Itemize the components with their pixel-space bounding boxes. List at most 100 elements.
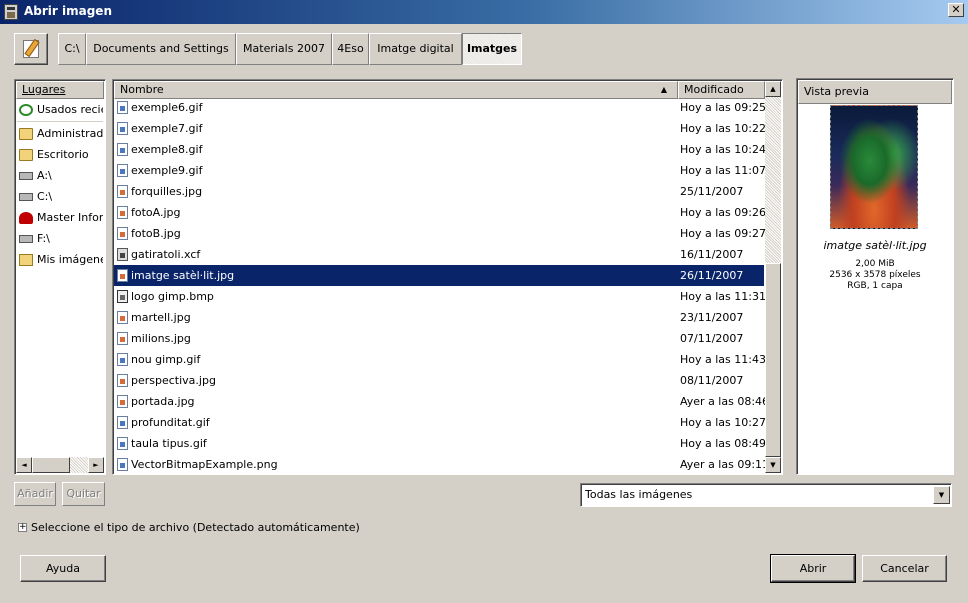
preview-dimensions: 2536 x 3578 píxeles bbox=[829, 270, 921, 280]
file-filter-combo[interactable]: Todas las imágenes ▼ bbox=[580, 483, 952, 507]
sort-ascending-icon: ▲ bbox=[660, 85, 667, 94]
file-modified: Ayer a las 08:46 bbox=[680, 395, 770, 408]
file-modified: Hoy a las 09:27 bbox=[680, 227, 766, 240]
file-modified: Hoy a las 11:31 bbox=[680, 290, 766, 303]
place-item-escritorio[interactable]: Escritorio bbox=[17, 144, 103, 165]
file-row[interactable]: exemple9.gif Hoy a las 11:07 bbox=[114, 160, 766, 181]
place-item-mis-imagenes[interactable]: Mis imágenes bbox=[17, 249, 103, 270]
jpg-file-icon bbox=[117, 227, 128, 240]
file-row[interactable]: martell.jpg 23/11/2007 bbox=[114, 307, 764, 328]
file-name: logo gimp.bmp bbox=[131, 290, 214, 303]
path-button-4eso[interactable]: 4Eso bbox=[332, 33, 369, 65]
jpg-file-icon bbox=[117, 206, 128, 219]
preview-thumbnail bbox=[830, 105, 918, 229]
file-name: exemple9.gif bbox=[131, 164, 203, 177]
file-row[interactable]: fotoB.jpg Hoy a las 09:27 bbox=[114, 223, 766, 244]
path-button-materials-2007[interactable]: Materials 2007 bbox=[236, 33, 332, 65]
title-bar: Abrir imagen ✕ bbox=[0, 0, 968, 24]
file-row[interactable]: gatiratoli.xcf 16/11/2007 bbox=[114, 244, 764, 265]
file-modified: 25/11/2007 bbox=[680, 185, 744, 198]
file-name: portada.jpg bbox=[131, 395, 195, 408]
preview-header[interactable]: Vista previa bbox=[798, 80, 952, 104]
scroll-up-icon[interactable]: ▲ bbox=[765, 81, 781, 97]
path-button-documents-and-settings[interactable]: Documents and Settings bbox=[86, 33, 236, 65]
path-button-imatge-digital[interactable]: Imatge digital bbox=[369, 33, 462, 65]
preview-filename: imatge satèl·lit.jpg bbox=[823, 239, 927, 252]
places-panel: Lugares Usados recientemente Administrad… bbox=[14, 79, 106, 475]
open-button[interactable]: Abrir bbox=[770, 554, 856, 583]
file-type-expander-label[interactable]: Seleccione el tipo de archivo (Detectado… bbox=[31, 521, 360, 534]
place-item-c-drive[interactable]: C:\ bbox=[17, 186, 103, 207]
scroll-down-icon[interactable]: ▼ bbox=[765, 457, 781, 473]
preview-header-label: Vista previa bbox=[804, 85, 869, 98]
bmp-file-icon bbox=[117, 290, 128, 303]
gif-file-icon bbox=[117, 416, 128, 429]
place-item-recent[interactable]: Usados recientemente bbox=[17, 99, 103, 120]
column-modified-label: Modificado bbox=[684, 83, 744, 96]
jpg-file-icon bbox=[117, 395, 128, 408]
file-row[interactable]: portada.jpg Ayer a las 08:46 bbox=[114, 391, 769, 412]
file-name: fotoA.jpg bbox=[131, 206, 181, 219]
type-location-button[interactable] bbox=[14, 33, 48, 65]
file-name: gatiratoli.xcf bbox=[131, 248, 201, 261]
file-name: martell.jpg bbox=[131, 311, 191, 324]
remove-bookmark-button[interactable]: Quitar bbox=[62, 482, 105, 506]
pencil-icon bbox=[23, 40, 39, 58]
place-label: Administrador bbox=[37, 127, 103, 140]
close-icon[interactable]: ✕ bbox=[948, 3, 964, 17]
file-name: nou gimp.gif bbox=[131, 353, 201, 366]
file-row[interactable]: exemple7.gif Hoy a las 10:22 bbox=[114, 118, 766, 139]
file-list-vscroll-thumb[interactable] bbox=[765, 263, 781, 457]
scroll-left-icon[interactable]: ◄ bbox=[16, 457, 32, 473]
places-header[interactable]: Lugares bbox=[16, 81, 104, 99]
file-row[interactable]: fotoA.jpg Hoy a las 09:26 bbox=[114, 202, 766, 223]
file-modified: Ayer a las 09:11 bbox=[680, 458, 770, 471]
gif-file-icon bbox=[117, 101, 128, 114]
file-row[interactable]: perspectiva.jpg 08/11/2007 bbox=[114, 370, 764, 391]
preview-mode: RGB, 1 capa bbox=[847, 281, 903, 291]
file-list: Nombre ▲ Modificado exemple6.gif Hoy a l… bbox=[112, 79, 783, 475]
file-row[interactable]: milions.jpg 07/11/2007 bbox=[114, 328, 764, 349]
place-label: C:\ bbox=[37, 190, 53, 203]
scroll-right-icon[interactable]: ► bbox=[88, 457, 104, 473]
help-button[interactable]: Ayuda bbox=[20, 555, 106, 582]
file-modified: Hoy a las 10:27 bbox=[680, 416, 766, 429]
file-row[interactable]: nou gimp.gif Hoy a las 11:43 bbox=[114, 349, 766, 370]
places-hscrollbar[interactable]: ◄ ► bbox=[16, 457, 104, 473]
places-hscroll-thumb[interactable] bbox=[32, 457, 70, 473]
cancel-button[interactable]: Cancelar bbox=[862, 555, 947, 582]
file-name: milions.jpg bbox=[131, 332, 191, 345]
place-item-administrador[interactable]: Administrador bbox=[17, 123, 103, 144]
hard-drive-icon bbox=[19, 235, 33, 243]
file-row[interactable]: profunditat.gif Hoy a las 10:27 bbox=[114, 412, 766, 433]
preview-panel: Vista previa imatge satèl·lit.jpg 2,00 M… bbox=[796, 78, 954, 475]
jpg-file-icon bbox=[117, 374, 128, 387]
file-name: exemple6.gif bbox=[131, 101, 203, 114]
jpg-file-icon bbox=[117, 269, 128, 282]
file-row[interactable]: exemple8.gif Hoy a las 10:24 bbox=[114, 139, 766, 160]
places-divider bbox=[17, 121, 103, 122]
folder-icon bbox=[19, 149, 33, 161]
gif-file-icon bbox=[117, 353, 128, 366]
path-button-c[interactable]: C:\ bbox=[58, 33, 86, 65]
place-item-f-drive[interactable]: F:\ bbox=[17, 228, 103, 249]
file-row[interactable]: forquilles.jpg 25/11/2007 bbox=[114, 181, 764, 202]
gif-file-icon bbox=[117, 437, 128, 450]
path-button-imatges[interactable]: Imatges bbox=[462, 33, 522, 65]
file-name: fotoB.jpg bbox=[131, 227, 181, 240]
master-icon bbox=[19, 212, 33, 224]
file-row[interactable]: taula tipus.gif Hoy a las 08:49 bbox=[114, 433, 766, 454]
add-bookmark-button[interactable]: Añadir bbox=[14, 482, 56, 506]
file-list-vscrollbar[interactable]: ▲ ▼ bbox=[765, 81, 781, 473]
place-item-master-informatica[interactable]: Master Informática bbox=[17, 207, 103, 228]
expander-plus-icon[interactable]: + bbox=[18, 523, 27, 532]
file-row-selected[interactable]: imatge satèl·lit.jpg 26/11/2007 bbox=[114, 265, 764, 286]
gimp-app-icon bbox=[4, 4, 18, 20]
file-row[interactable]: logo gimp.bmp Hoy a las 11:31 bbox=[114, 286, 766, 307]
file-row[interactable]: exemple6.gif Hoy a las 09:25 bbox=[114, 97, 766, 118]
jpg-file-icon bbox=[117, 185, 128, 198]
file-row[interactable]: VectorBitmapExample.png Ayer a las 09:11 bbox=[114, 454, 769, 475]
file-modified: 23/11/2007 bbox=[680, 311, 744, 324]
chevron-down-icon[interactable]: ▼ bbox=[933, 486, 950, 504]
place-item-a-drive[interactable]: A:\ bbox=[17, 165, 103, 186]
